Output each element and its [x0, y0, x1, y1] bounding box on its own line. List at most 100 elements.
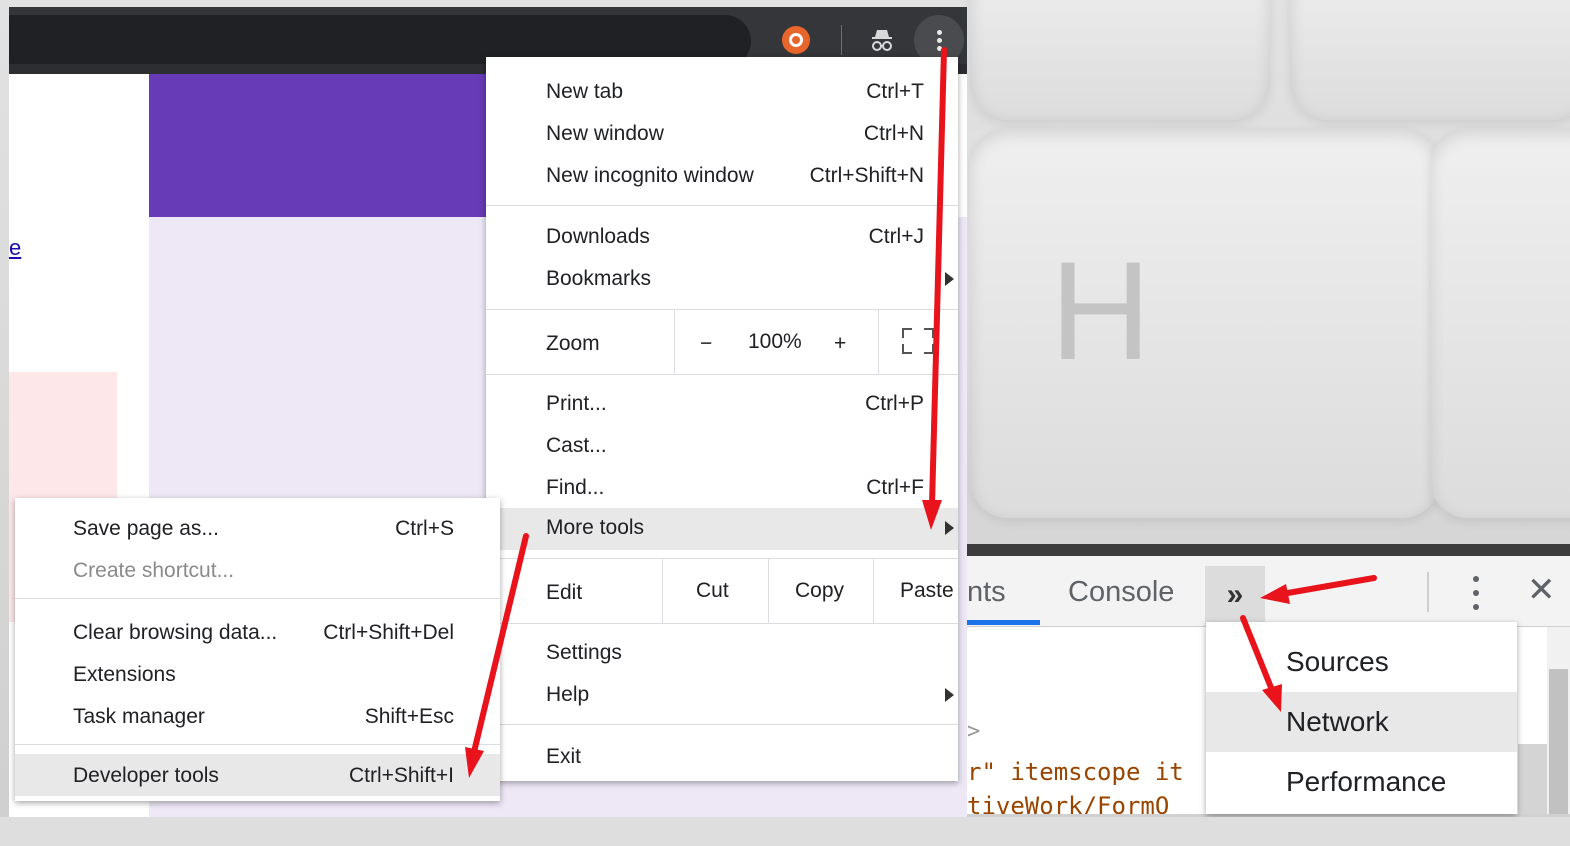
submenu-item-label: Extensions: [73, 663, 176, 686]
menu-item-shortcut: Ctrl+J: [868, 225, 924, 248]
submenu-item-shortcut: Ctrl+S: [395, 517, 454, 540]
menu-item-label: New window: [546, 122, 664, 145]
devtools-overflow-menu: Sources Network Performance: [1206, 622, 1517, 814]
copy-button[interactable]: Copy: [795, 579, 844, 603]
keyboard-letter: H: [1050, 232, 1154, 389]
menu-item-settings[interactable]: Settings: [486, 633, 958, 673]
zoom-divider: [674, 310, 675, 374]
menu-item-new-tab[interactable]: New tab Ctrl+T: [486, 72, 958, 112]
submenu-item-label: Create shortcut...: [73, 559, 235, 582]
zoom-in-button[interactable]: +: [834, 332, 846, 356]
submenu-item-task-manager[interactable]: Task manager Shift+Esc: [15, 696, 500, 736]
edit-divider: [662, 559, 663, 623]
edit-divider: [873, 559, 874, 623]
menu-item-label: Bookmarks: [546, 267, 652, 290]
submenu-item-shortcut: Ctrl+Shift+I: [348, 764, 454, 787]
menu-item-downloads[interactable]: Downloads Ctrl+J: [486, 217, 958, 257]
menu-item-label: Print...: [546, 392, 607, 415]
submenu-item-label: Task manager: [73, 705, 205, 728]
menu-item-label: New incognito window: [546, 164, 754, 187]
menu-item-label: More tools: [546, 516, 645, 539]
devtools-kebab-icon[interactable]: [1471, 574, 1481, 614]
zoom-label: Zoom: [546, 332, 600, 355]
menu-item-label: Find...: [546, 476, 605, 499]
menu-zoom-row: Zoom − 100% +: [486, 310, 958, 374]
page-link[interactable]: e: [9, 235, 21, 261]
chevron-right-icon: [945, 272, 954, 286]
menu-edit-row: Edit Cut Copy Paste: [486, 559, 958, 623]
submenu-item-clear-browsing-data[interactable]: Clear browsing data... Ctrl+Shift+Del: [15, 612, 500, 652]
overflow-item-label: Sources: [1286, 646, 1389, 677]
menu-divider: [486, 205, 958, 206]
menu-item-label: Help: [546, 683, 590, 706]
keyboard-key: [1430, 128, 1570, 518]
menu-item-cast[interactable]: Cast...: [486, 426, 958, 466]
overflow-item-network[interactable]: Network: [1206, 692, 1517, 752]
submenu-item-create-shortcut: Create shortcut...: [15, 550, 500, 590]
code-line: tiveWork/FormO: [967, 792, 1170, 814]
zoom-out-button[interactable]: −: [700, 332, 712, 356]
tab-console[interactable]: Console: [1068, 576, 1174, 609]
devtools-tab-bar: nts Console » ✕: [967, 556, 1570, 627]
devtools-top-edge: [967, 544, 1570, 556]
devtools-separator: [1427, 572, 1429, 612]
cut-button[interactable]: Cut: [696, 579, 729, 603]
menu-item-label: Exit: [546, 745, 582, 768]
menu-item-shortcut: Ctrl+Shift+N: [809, 164, 924, 187]
toolbar-separator: [841, 25, 842, 55]
menu-item-new-incognito-window[interactable]: New incognito window Ctrl+Shift+N: [486, 156, 958, 196]
keyboard-key: [1290, 0, 1570, 120]
menu-item-label: New tab: [546, 80, 624, 103]
devtools-scrollbar-thumb[interactable]: [1549, 669, 1568, 814]
submenu-item-developer-tools[interactable]: Developer tools Ctrl+Shift+I: [15, 754, 500, 796]
paste-button[interactable]: Paste: [900, 579, 954, 603]
overflow-item-performance[interactable]: Performance: [1206, 752, 1517, 812]
chrome-main-menu: New tab Ctrl+T New window Ctrl+N New inc…: [486, 57, 958, 781]
dom-expand-caret[interactable]: >: [967, 719, 980, 744]
menu-item-shortcut: Ctrl+P: [865, 392, 924, 415]
page-header-banner: [149, 74, 495, 217]
edit-divider: [768, 559, 769, 623]
devtools-gutter: [1518, 744, 1548, 814]
menu-divider: [15, 598, 500, 599]
browser-toolbar: [9, 7, 967, 67]
menu-item-shortcut: Ctrl+F: [866, 476, 924, 499]
bottom-edge: [0, 817, 1570, 846]
menu-divider: [486, 374, 958, 375]
menu-item-bookmarks[interactable]: Bookmarks: [486, 259, 958, 299]
keyboard-key: [970, 0, 1270, 120]
menu-divider: [486, 724, 958, 725]
menu-item-exit[interactable]: Exit: [486, 737, 958, 777]
more-tabs-chevron-icon[interactable]: »: [1205, 566, 1265, 626]
submenu-item-label: Save page as...: [73, 517, 219, 540]
code-line: r" itemscope it: [967, 758, 1184, 786]
submenu-item-label: Clear browsing data...: [73, 621, 278, 644]
fullscreen-icon[interactable]: [902, 328, 934, 354]
submenu-item-shortcut: Ctrl+Shift+Del: [323, 621, 454, 644]
zoom-level: 100%: [748, 330, 802, 353]
menu-item-label: Downloads: [546, 225, 650, 248]
chevron-right-icon: [945, 521, 954, 535]
menu-divider: [486, 623, 958, 624]
incognito-icon[interactable]: [867, 25, 897, 55]
chevron-right-icon: [945, 688, 954, 702]
tab-elements[interactable]: nts: [967, 576, 1006, 609]
menu-item-help[interactable]: Help: [486, 675, 958, 715]
menu-item-shortcut: Ctrl+T: [866, 80, 924, 103]
submenu-item-shortcut: Shift+Esc: [364, 705, 454, 728]
menu-item-shortcut: Ctrl+N: [863, 122, 924, 145]
submenu-item-extensions[interactable]: Extensions: [15, 654, 500, 694]
more-tools-submenu: Save page as... Ctrl+S Create shortcut..…: [15, 498, 500, 801]
submenu-item-label: Developer tools: [73, 764, 219, 787]
overflow-item-sources[interactable]: Sources: [1206, 632, 1517, 692]
zoom-divider: [878, 310, 879, 374]
keyboard-key-h: [970, 128, 1440, 518]
extension-icon[interactable]: [782, 26, 810, 54]
menu-item-new-window[interactable]: New window Ctrl+N: [486, 114, 958, 154]
menu-item-print[interactable]: Print... Ctrl+P: [486, 384, 958, 424]
submenu-item-save-page[interactable]: Save page as... Ctrl+S: [15, 508, 500, 548]
overflow-item-label: Network: [1286, 706, 1389, 737]
close-icon[interactable]: ✕: [1527, 570, 1556, 610]
menu-item-find[interactable]: Find... Ctrl+F: [486, 468, 958, 508]
menu-item-more-tools[interactable]: More tools: [486, 508, 958, 550]
